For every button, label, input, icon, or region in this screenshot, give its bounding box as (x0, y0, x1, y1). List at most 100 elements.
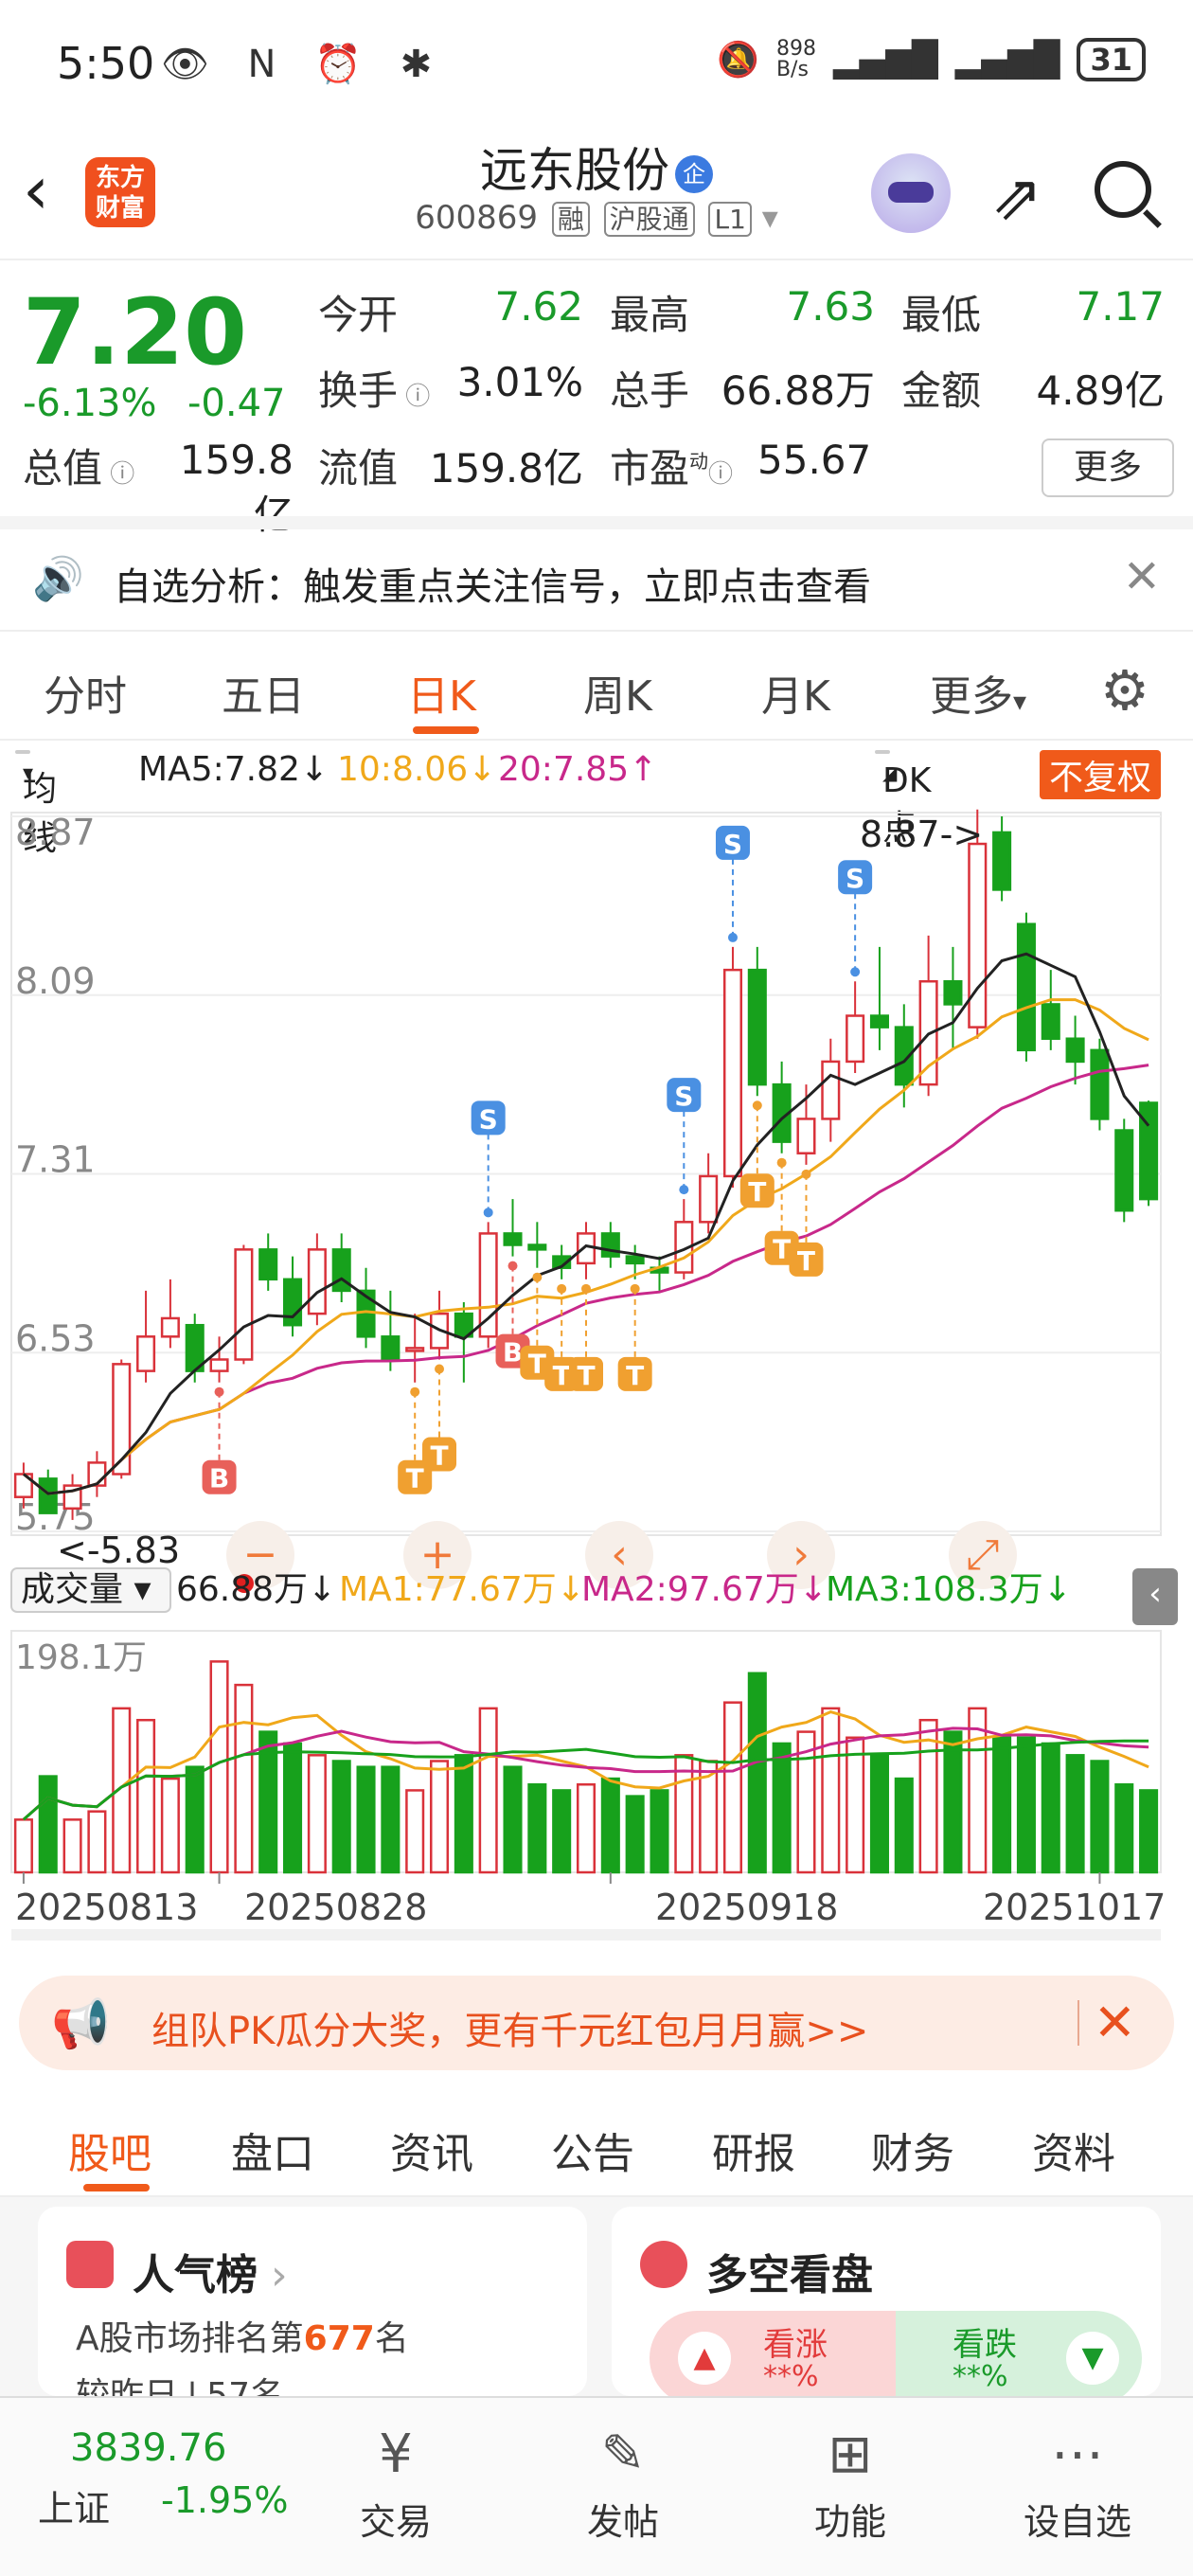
tab-five-day[interactable]: 五日 (222, 662, 305, 723)
nav-add-watchlist[interactable]: ⋯ 设自选 (1002, 2417, 1153, 2545)
tab-research[interactable]: 研报 (712, 2120, 795, 2180)
volume-bar (283, 1742, 303, 1874)
notice-bar[interactable]: 🔊 自选分析：触发重点关注信号，立即点击查看 ✕ (0, 516, 1193, 632)
tab-daily-k[interactable]: 日K (407, 662, 476, 723)
stock-header: ‹ 东方 财富 远东股份企 600869 融 沪股通 L1 ▾ ⇗ (0, 133, 1193, 260)
amount-label: 金额 (901, 367, 982, 414)
tab-weekly-k[interactable]: 周K (583, 662, 652, 723)
close-icon[interactable]: ✕ (1094, 1993, 1136, 2052)
current-price: 7.20 (23, 279, 247, 385)
search-icon[interactable] (1095, 161, 1151, 218)
volume-bar (429, 1760, 450, 1874)
yen-icon: ¥ (379, 2424, 413, 2485)
promo-banner[interactable]: 📢 组队PK瓜分大奖，更有千元红包月月赢>> ✕ (19, 1976, 1174, 2070)
change-value: -0.47 (187, 382, 286, 425)
candle-body (160, 1316, 180, 1338)
dropdown-icon[interactable]: ▾ (762, 199, 778, 237)
long-short-title: 多空看盘 (706, 2251, 873, 2299)
signal-badge-label: T (773, 1234, 791, 1265)
tab-announcements[interactable]: 公告 (551, 2120, 634, 2180)
signal-dot (410, 1386, 420, 1397)
tab-profile[interactable]: 资料 (1032, 2120, 1115, 2180)
popularity-card[interactable]: 人气榜 › A股市场排名第677名 较昨日↓57名 (38, 2207, 587, 2415)
volume-bar (625, 1795, 645, 1874)
status-icons: 👁 N ⏰ ✱ (161, 43, 446, 86)
volume-bar (38, 1775, 58, 1874)
arrow-up-icon: ▲ (678, 2332, 731, 2385)
volume-value: 66.88万 (721, 367, 875, 414)
signal-badge-label: T (626, 1360, 644, 1391)
volume-bar (527, 1782, 547, 1874)
vote-up-button[interactable]: ▲ 看涨 **% (650, 2311, 896, 2406)
candle-body (503, 1232, 523, 1246)
ai-assistant-icon[interactable] (871, 153, 951, 233)
share-icon[interactable]: ⇗ (990, 161, 1042, 234)
volume-bar (454, 1754, 473, 1874)
volume-bar (674, 1754, 694, 1874)
signal-dot (435, 1364, 445, 1374)
index-name: 上证 (38, 2488, 111, 2530)
candle-body (112, 1363, 132, 1476)
more-button[interactable]: 更多 (1042, 438, 1174, 497)
enterprise-badge: 企 (675, 154, 713, 193)
down-pct: **% (953, 2360, 1008, 2393)
ma5-label: MA5:7.82↓ (138, 750, 329, 789)
candle-body (405, 1347, 425, 1352)
long-short-card[interactable]: 多空看盘 ▲ 看涨 **% 看跌 **% ▼ (612, 2207, 1161, 2406)
tab-more[interactable]: 更多▾ (930, 662, 1026, 723)
pe-value: 55.67 (757, 437, 872, 483)
gear-icon[interactable]: ⚙ (1100, 658, 1149, 723)
cards-area: 人气榜 › A股市场排名第677名 较昨日↓57名 多空看盘 ▲ 看涨 **% … (0, 2197, 1193, 2415)
no-adjust-button[interactable]: 不复权 (1040, 750, 1162, 799)
tab-news[interactable]: 资讯 (390, 2120, 473, 2180)
tag-level: L1 (708, 202, 752, 237)
ma10-label: 10:8.06↓ (337, 750, 497, 789)
tab-finance[interactable]: 财务 (871, 2120, 954, 2180)
vote-down-button[interactable]: 看跌 **% ▼ (896, 2311, 1142, 2406)
candle-body (234, 1248, 254, 1361)
candle-body (307, 1248, 327, 1315)
open-value: 7.62 (494, 283, 583, 330)
x-tick-label: 20250813 (15, 1887, 198, 1928)
candle-body (209, 1358, 229, 1372)
nav-trade[interactable]: ¥ 交易 (320, 2417, 472, 2545)
kline-svg[interactable]: 8.878.097.316.535.75B TTSB T T T TSSTT TS8.87-… (0, 797, 1193, 1953)
tab-orderbook[interactable]: 盘口 (231, 2120, 314, 2180)
signal-dot (727, 932, 738, 942)
signal-badge-label: T (577, 1360, 595, 1391)
tab-monthly-k[interactable]: 月K (761, 662, 830, 723)
volume-selector-label: 成交量 ▾ (21, 1570, 151, 1609)
down-label: 看跌 (953, 2326, 1017, 2364)
kline-chart[interactable]: 8.87 8.09 7.31 6.53 5.75 B T T S B T T T T S S T T T S 8.87-… (0, 797, 1193, 1953)
dk-selector[interactable]: DK点 ◢ (875, 750, 931, 848)
volume-bar (478, 1707, 498, 1874)
signal-badge-label: T (748, 1176, 766, 1208)
vs-icon (640, 2241, 687, 2288)
nav-post[interactable]: ✎ 发帖 (547, 2417, 699, 2545)
tab-forum[interactable]: 股吧 (68, 2120, 151, 2180)
volume-bar (185, 1765, 205, 1874)
ma-selector[interactable]: 均线 ▾ (15, 750, 57, 858)
vol-ma1-label: MA1:77.67万↓ (339, 1570, 585, 1609)
volume-bar (13, 1818, 33, 1874)
tab-intraday[interactable]: 分时 (44, 662, 127, 723)
volume-bar (821, 1707, 841, 1874)
signal-badge-label: S (846, 863, 864, 894)
volume-bar (234, 1683, 254, 1874)
edit-icon: ✎ (600, 2424, 646, 2485)
turnover-label: 换手 ⓘ (318, 367, 431, 414)
signal-badge-label: T (553, 1360, 571, 1391)
close-icon[interactable]: ✕ (1123, 550, 1161, 603)
vol-ma2-label: MA2:97.67万↓ (581, 1570, 828, 1609)
candle-body (600, 1232, 620, 1258)
nav-functions[interactable]: ⊞ 功能 (775, 2417, 926, 2545)
arrow-down-icon: ▼ (1066, 2332, 1119, 2385)
signal-dot (507, 1261, 518, 1271)
change-pct: -6.13% (23, 382, 157, 425)
volume-bar (650, 1789, 669, 1874)
candle-body (747, 968, 767, 1086)
signal-dot (801, 1169, 811, 1179)
high-value: 7.63 (786, 283, 875, 330)
more-dots-icon: ⋯ (1051, 2424, 1104, 2485)
volume-bar (747, 1672, 767, 1874)
